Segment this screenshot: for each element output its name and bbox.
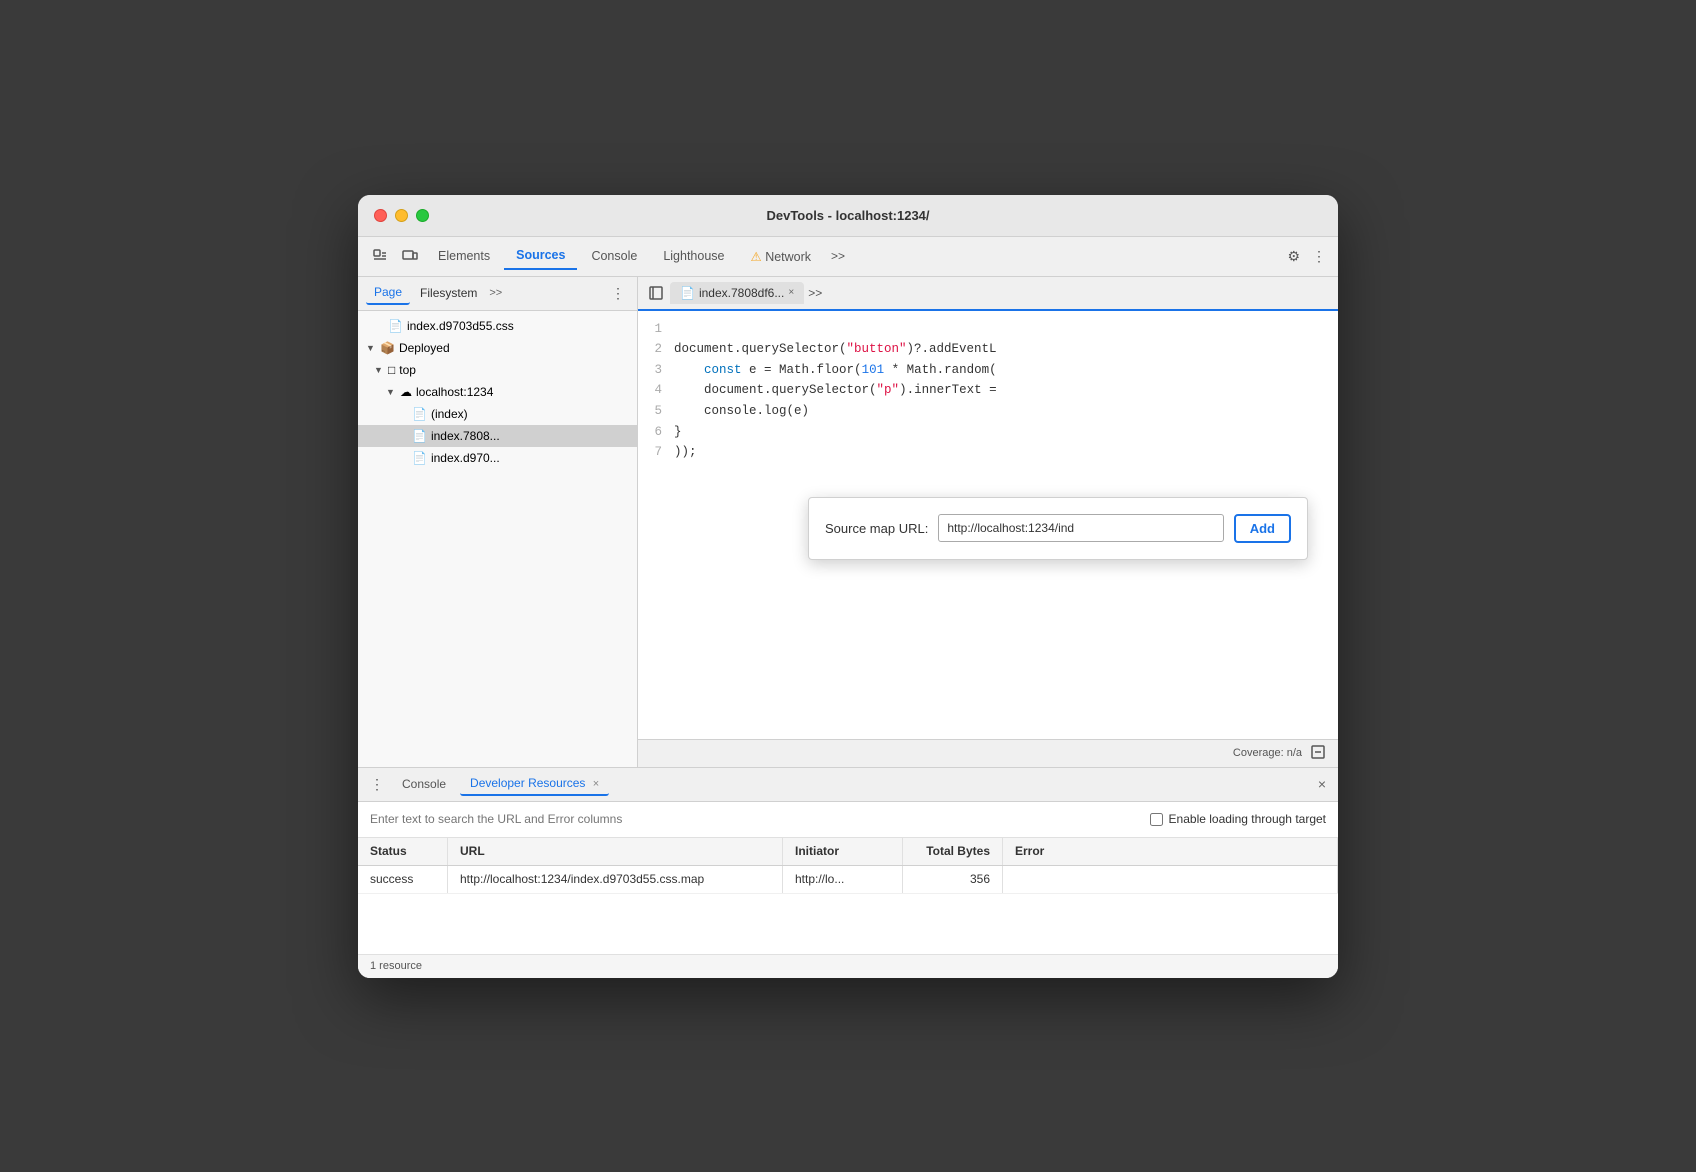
line-numbers: 1 2 3 4 5 6 7 xyxy=(638,319,674,731)
top-icon: □ xyxy=(388,363,395,377)
table-empty-space xyxy=(358,894,1338,954)
enable-loading-checkbox[interactable] xyxy=(1150,813,1163,826)
search-bar: Enable loading through target xyxy=(358,802,1338,838)
tabbar-right: ⚙ ⋮ xyxy=(1283,244,1330,269)
bottom-tabs: ⋮ Console Developer Resources × × xyxy=(358,768,1338,802)
right-panel: 📄 index.7808df6... × >> 1 2 3 4 5 6 7 do… xyxy=(638,277,1338,767)
css-file2-label: index.d970... xyxy=(431,451,500,465)
bottom-panel: ⋮ Console Developer Resources × × Enable… xyxy=(358,767,1338,978)
list-item[interactable]: 📄 (index) xyxy=(358,403,637,425)
tab-filesystem[interactable]: Filesystem xyxy=(412,282,485,304)
resource-table: Status URL Initiator Total Bytes Error s… xyxy=(358,838,1338,894)
editor-tabs: 📄 index.7808df6... × >> xyxy=(638,277,1338,311)
developer-resources-close[interactable]: × xyxy=(593,778,599,790)
tab-console[interactable]: Console xyxy=(579,243,649,269)
col-header-url: URL xyxy=(448,838,783,865)
col-header-initiator: Initiator xyxy=(783,838,903,865)
index-label: (index) xyxy=(431,407,468,421)
enable-loading-label: Enable loading through target xyxy=(1169,812,1326,826)
list-item[interactable]: 📄 index.d9703d55.css xyxy=(358,315,637,337)
editor-tab-more[interactable]: >> xyxy=(804,286,826,300)
cloud-icon: ☁ xyxy=(400,385,412,399)
resource-count: 1 resource xyxy=(370,960,422,972)
file-label: index.d9703d55.css xyxy=(407,319,514,333)
bottom-status: 1 resource xyxy=(358,954,1338,978)
deployed-icon: 📦 xyxy=(380,341,395,355)
editor-sidebar-toggle[interactable] xyxy=(642,279,670,307)
file-icon: 📄 xyxy=(412,407,427,421)
cell-error xyxy=(1003,866,1338,893)
inspect-element-icon[interactable] xyxy=(366,242,394,270)
localhost-label: localhost:1234 xyxy=(416,385,493,399)
cell-bytes: 356 xyxy=(903,866,1003,893)
left-panel: Page Filesystem >> ⋮ 📄 index.d9703d55.cs… xyxy=(358,277,638,767)
window-title: DevTools - localhost:1234/ xyxy=(766,208,929,223)
sourcemap-label: Source map URL: xyxy=(825,521,928,536)
cell-status: success xyxy=(358,866,448,893)
cell-initiator: http://lo... xyxy=(783,866,903,893)
fullscreen-button[interactable] xyxy=(416,209,429,222)
left-panel-more-icon[interactable]: ⋮ xyxy=(607,281,629,306)
list-item[interactable]: ▼ □ top xyxy=(358,359,637,381)
list-item[interactable]: 📄 index.d970... xyxy=(358,447,637,469)
tabbar: Elements Sources Console Lighthouse ⚠ Ne… xyxy=(358,237,1338,277)
tab-console-bottom[interactable]: Console xyxy=(392,773,456,795)
editor-file-tab[interactable]: 📄 index.7808df6... × xyxy=(670,282,804,304)
titlebar: DevTools - localhost:1234/ xyxy=(358,195,1338,237)
editor-tab-label: index.7808df6... xyxy=(699,286,784,300)
panel-tab-more[interactable]: >> xyxy=(489,287,502,299)
tree-arrow: ▼ xyxy=(374,365,384,375)
editor-tab-close[interactable]: × xyxy=(788,287,794,298)
col-header-bytes: Total Bytes xyxy=(903,838,1003,865)
bottom-panel-more-icon[interactable]: ⋮ xyxy=(366,772,388,797)
sourcemap-input[interactable] xyxy=(938,514,1223,542)
tab-elements[interactable]: Elements xyxy=(426,243,502,269)
traffic-lights xyxy=(374,209,429,222)
tab-lighthouse[interactable]: Lighthouse xyxy=(651,243,736,269)
tab-page[interactable]: Page xyxy=(366,281,410,305)
list-item[interactable]: ▼ ☁ localhost:1234 xyxy=(358,381,637,403)
table-header: Status URL Initiator Total Bytes Error xyxy=(358,838,1338,866)
file-icon: 📄 xyxy=(388,319,403,333)
list-item[interactable]: ▼ 📦 Deployed xyxy=(358,337,637,359)
tree-arrow: ▼ xyxy=(386,387,396,397)
left-panel-tabs: Page Filesystem >> ⋮ xyxy=(358,277,637,311)
settings-icon[interactable]: ⚙ xyxy=(1283,244,1304,269)
responsive-mode-icon[interactable] xyxy=(396,242,424,270)
top-label: top xyxy=(399,363,416,377)
tree-arrow: ▼ xyxy=(366,343,376,353)
list-item[interactable]: 📄 index.7808... xyxy=(358,425,637,447)
file-icon: 📄 xyxy=(412,429,427,443)
search-input[interactable] xyxy=(370,812,1138,826)
file-tree: 📄 index.d9703d55.css ▼ 📦 Deployed ▼ □ to… xyxy=(358,311,637,767)
cell-url: http://localhost:1234/index.d9703d55.css… xyxy=(448,866,783,893)
deployed-label: Deployed xyxy=(399,341,450,355)
js-file-label: index.7808... xyxy=(431,429,500,443)
file-icon: 📄 xyxy=(412,451,427,465)
more-options-icon[interactable]: ⋮ xyxy=(1308,244,1330,269)
network-warning-icon: ⚠ xyxy=(751,250,766,264)
tab-network[interactable]: ⚠ Network xyxy=(739,243,824,270)
tab-more-button[interactable]: >> xyxy=(825,245,851,267)
bottom-panel-close[interactable]: × xyxy=(1314,772,1330,796)
close-button[interactable] xyxy=(374,209,387,222)
col-header-status: Status xyxy=(358,838,448,865)
coverage-label: Coverage: n/a xyxy=(1233,747,1302,759)
table-row[interactable]: success http://localhost:1234/index.d970… xyxy=(358,866,1338,894)
sourcemap-popup: Source map URL: Add xyxy=(808,497,1308,560)
sourcemap-add-button[interactable]: Add xyxy=(1234,514,1291,543)
tab-developer-resources[interactable]: Developer Resources × xyxy=(460,772,609,796)
tab-sources[interactable]: Sources xyxy=(504,242,577,270)
coverage-icon[interactable] xyxy=(1310,744,1326,763)
main-area: Page Filesystem >> ⋮ 📄 index.d9703d55.cs… xyxy=(358,277,1338,767)
devtools-window: DevTools - localhost:1234/ Elements Sour… xyxy=(358,195,1338,978)
status-bar: Coverage: n/a xyxy=(638,739,1338,767)
file-icon-tab: 📄 xyxy=(680,286,695,300)
enable-loading-option: Enable loading through target xyxy=(1150,812,1326,826)
col-header-error: Error xyxy=(1003,838,1338,865)
minimize-button[interactable] xyxy=(395,209,408,222)
